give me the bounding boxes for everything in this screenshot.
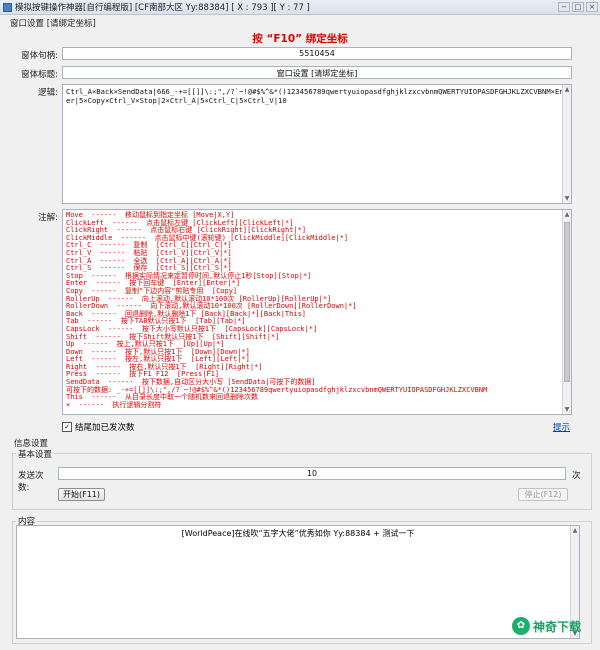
maximize-button[interactable]: □ — [572, 2, 584, 12]
notes-label: 注解: — [38, 213, 58, 223]
minimize-button[interactable]: − — [558, 2, 570, 12]
handle-field[interactable]: 5510454 — [62, 47, 572, 60]
logo-icon: ✿ — [512, 617, 530, 635]
logic-scrollbar[interactable]: ▲ ▼ — [562, 85, 571, 203]
scroll-up-icon[interactable]: ▲ — [563, 85, 571, 94]
site-logo: ✿ 神奇下载 — [512, 617, 581, 635]
logic-label: 逻辑: — [38, 88, 58, 98]
note-line: × ------ 执行逻辑分割符 — [66, 400, 162, 409]
append-count-checkbox[interactable]: ✓ 结尾加已发次数 — [62, 421, 135, 433]
logo-text: 神奇下载 — [533, 619, 582, 634]
checkmark-icon[interactable]: ✓ — [62, 422, 72, 432]
caption-label: 窗体标题: — [21, 70, 58, 80]
basic-settings-title: 基本设置 — [16, 448, 55, 460]
app-icon — [3, 2, 12, 12]
scroll-up-icon[interactable]: ▲ — [563, 210, 571, 219]
caption-field[interactable]: 窗口设置 [请绑定坐标] — [62, 66, 572, 79]
notes-textarea[interactable]: Move ------ 移动鼠标到指定坐标 [Move|X,Y] ClickLef… — [62, 209, 572, 415]
scroll-down-icon[interactable]: ▼ — [563, 405, 571, 414]
scroll-down-icon[interactable]: ▼ — [563, 194, 571, 203]
tab-window-settings[interactable]: 窗口设置 [请绑定坐标] — [10, 17, 96, 29]
notes-list: Move ------ 移动鼠标到指定坐标 [Move|X,Y] ClickLef… — [63, 210, 571, 411]
logic-textarea[interactable]: Ctrl_A×Back×SendData|666_-+=[[]]\:;",/?`… — [62, 84, 572, 204]
send-count-label: 发送次数: — [18, 471, 44, 493]
send-count-field[interactable]: 10 — [58, 467, 566, 480]
help-link[interactable]: 提示 — [553, 421, 570, 433]
scroll-up-icon[interactable]: ▲ — [571, 526, 579, 535]
content-textarea[interactable]: [WorldPeace]在线吹“五字大佬”优秀如你 Yy:88384 + 测试一… — [16, 525, 580, 639]
start-button[interactable]: 开始(F11) — [58, 488, 105, 501]
stop-button[interactable]: 停止(F12) — [518, 488, 568, 501]
content-text: [WorldPeace]在线吹“五字大佬”优秀如你 Yy:88384 + 测试一… — [181, 529, 415, 538]
title-bar: 模拟按键操作神器[自行编程版] [CF南部大区 Yy:88384] [ X : … — [0, 0, 600, 15]
send-count-unit: 次 — [572, 471, 581, 481]
notes-scrollbar[interactable]: ▲ ▼ — [562, 210, 571, 414]
handle-label: 窗体句柄: — [21, 51, 58, 61]
close-button[interactable]: × — [586, 2, 598, 12]
basic-settings-group — [12, 453, 592, 510]
window-title: 模拟按键操作神器[自行编程版] [CF南部大区 Yy:88384] [ X : … — [15, 3, 310, 13]
append-count-label: 结尾加已发次数 — [75, 423, 135, 433]
window-controls: − □ × — [558, 2, 598, 12]
scroll-thumb[interactable] — [564, 222, 570, 382]
logic-text: Ctrl_A×Back×SendData|666_-+=[[]]\:;",/?`… — [66, 87, 568, 105]
hotkey-hint: 按 “F10” 绑定坐标 — [252, 33, 348, 45]
